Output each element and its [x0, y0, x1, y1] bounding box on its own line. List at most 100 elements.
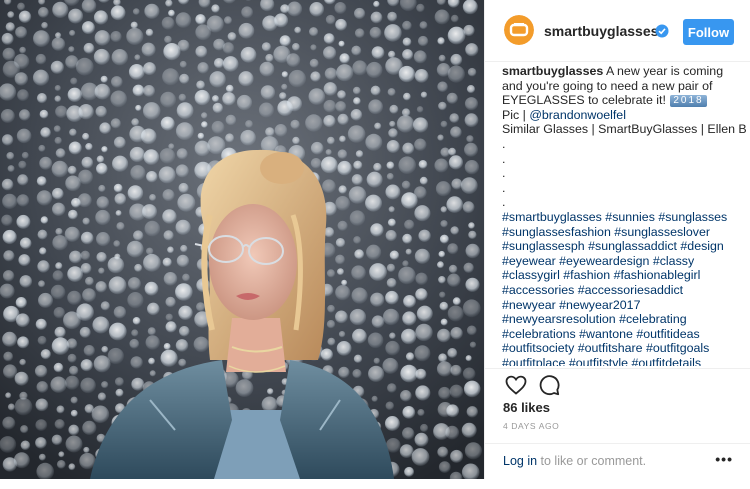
bokeh-light — [116, 389, 124, 397]
hashtag-link[interactable]: #eyewear #eyeweardesign #classy — [502, 254, 694, 268]
bokeh-light — [385, 341, 400, 356]
hashtag-link[interactable]: #newyearsresolution #celebrating — [502, 312, 687, 326]
brand-logo-avatar[interactable] — [504, 15, 534, 45]
bokeh-light — [177, 194, 195, 212]
hashtag-link[interactable]: #sunglassesfashion #sunglasseslover — [502, 225, 710, 239]
bokeh-light — [373, 163, 381, 171]
bokeh-light — [209, 71, 225, 87]
bokeh-light — [403, 295, 416, 308]
follow-button[interactable]: Follow — [683, 19, 734, 45]
bokeh-light — [402, 260, 408, 266]
hashtag-link[interactable]: #newyear #newyear2017 — [502, 298, 640, 312]
hashtag-link[interactable]: #accessories #accessoriesaddict — [502, 283, 683, 297]
bokeh-light — [175, 283, 193, 301]
bokeh-light — [55, 85, 61, 91]
bokeh-light — [15, 398, 33, 416]
bokeh-light — [437, 447, 448, 458]
bokeh-light — [434, 159, 448, 173]
bokeh-light — [383, 309, 399, 325]
photographer-mention-link[interactable]: @brandonwoelfel — [529, 108, 626, 122]
bokeh-light — [109, 276, 127, 294]
bokeh-light — [92, 406, 110, 424]
bokeh-light — [352, 329, 367, 344]
bokeh-light — [388, 88, 396, 96]
comment-icon[interactable] — [537, 373, 561, 397]
bokeh-light — [38, 145, 45, 152]
bokeh-light — [372, 396, 378, 402]
bokeh-light — [335, 255, 345, 265]
hashtag-link[interactable]: #classygirl #fashion #fashionablegirl — [502, 268, 700, 282]
caption-dot: . — [502, 137, 750, 152]
hashtag-link[interactable]: #sunglassesph #sunglassaddict #design — [502, 239, 724, 253]
bokeh-light — [37, 190, 52, 205]
bokeh-light — [450, 126, 462, 138]
hashtag-link[interactable]: #smartbuyglasses #sunnies #sunglasses — [502, 210, 727, 224]
bokeh-light — [327, 305, 335, 313]
bokeh-light — [438, 276, 446, 284]
bokeh-light — [71, 410, 78, 417]
bokeh-light — [450, 226, 459, 235]
bokeh-light — [387, 383, 397, 393]
bokeh-light — [448, 27, 466, 45]
bokeh-light — [290, 120, 299, 129]
bokeh-light — [97, 156, 104, 163]
header-username[interactable]: smartbuyglasses — [544, 23, 658, 39]
bokeh-light — [286, 53, 300, 67]
instagram-post: smartbuyglasses Follow smartbuyglasses A… — [0, 0, 750, 479]
bokeh-light — [68, 88, 82, 102]
bokeh-light — [403, 93, 411, 101]
bokeh-light — [67, 291, 81, 305]
bokeh-light — [398, 156, 416, 174]
bokeh-light — [371, 12, 383, 24]
hashtag-line: #classygirl #fashion #fashionablegirl — [502, 268, 750, 283]
bokeh-light — [164, 343, 171, 350]
bokeh-light — [224, 16, 232, 24]
more-options-icon[interactable]: ••• — [715, 451, 733, 467]
bokeh-light — [195, 14, 206, 25]
bokeh-light — [78, 193, 92, 207]
bokeh-light — [201, 121, 208, 128]
bokeh-light — [388, 128, 398, 138]
bokeh-light — [402, 181, 411, 190]
bokeh-light — [76, 303, 94, 321]
bokeh-light — [21, 441, 31, 451]
post-photo[interactable] — [0, 0, 484, 479]
bokeh-light — [179, 183, 189, 193]
bokeh-light — [415, 385, 430, 400]
bokeh-light — [450, 385, 464, 399]
bokeh-light — [51, 285, 66, 300]
bokeh-light — [389, 206, 395, 212]
bokeh-light — [37, 260, 49, 272]
post-header: smartbuyglasses Follow — [485, 0, 750, 62]
caption-author[interactable]: smartbuyglasses — [502, 64, 603, 78]
bokeh-light — [368, 99, 383, 114]
bokeh-light — [415, 249, 430, 264]
bokeh-light — [78, 104, 93, 119]
bokeh-light — [214, 58, 224, 68]
likes-count[interactable]: 86 likes — [503, 400, 550, 415]
bokeh-light — [3, 250, 14, 261]
bokeh-light — [55, 419, 65, 429]
hashtag-link[interactable]: #outfitplace #outfitstyle #outfitdetails — [502, 356, 701, 366]
bokeh-light — [178, 359, 186, 367]
login-link[interactable]: Log in — [503, 454, 537, 468]
bokeh-light — [337, 161, 351, 175]
bokeh-light — [2, 179, 14, 191]
bokeh-light — [141, 129, 157, 145]
bokeh-light — [448, 66, 465, 83]
bokeh-light — [350, 309, 366, 325]
hashtag-link[interactable]: #celebrations #wantone #outfitideas — [502, 327, 700, 341]
bokeh-light — [386, 230, 397, 241]
bokeh-light — [417, 409, 424, 416]
bokeh-light — [15, 372, 29, 386]
hashtag-link[interactable]: #outfitsociety #outfitshare #outfitgoals — [502, 341, 709, 355]
bokeh-light — [399, 66, 415, 82]
bokeh-light — [164, 230, 174, 240]
heart-icon[interactable] — [504, 373, 528, 397]
year-badge: 2018 — [670, 95, 706, 107]
bokeh-light — [353, 161, 362, 170]
bokeh-light — [19, 11, 31, 23]
bokeh-light — [95, 84, 111, 100]
bokeh-light — [365, 134, 382, 151]
bokeh-light — [241, 6, 253, 18]
